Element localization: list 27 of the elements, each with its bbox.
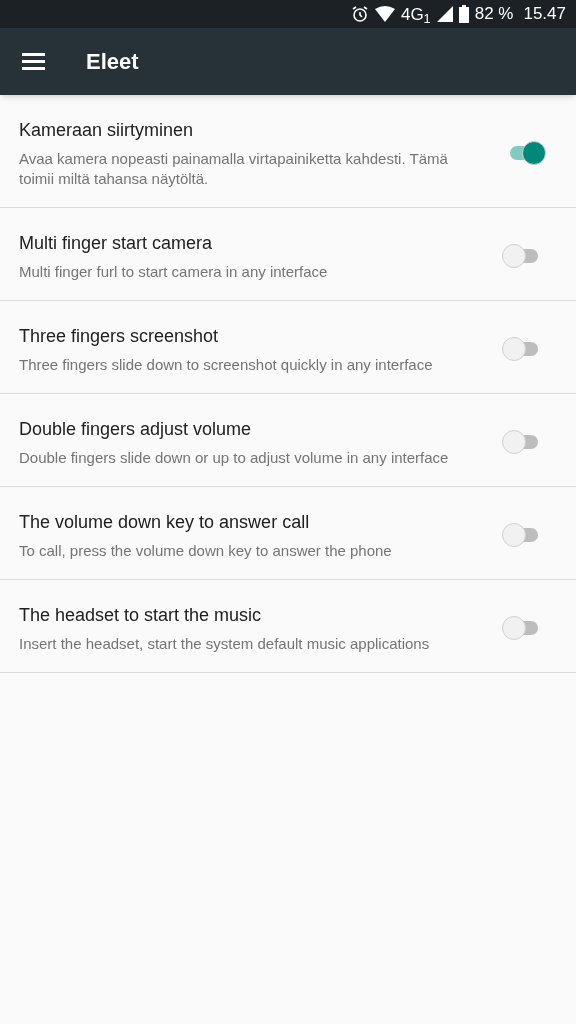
setting-row[interactable]: The headset to start the music Insert the headset, start the system default music applications [0,580,576,673]
setting-title: The headset to start the music [19,604,263,627]
setting-title: Three fingers screenshot [19,325,220,348]
setting-title: The volume down key to answer call [19,511,311,534]
setting-summary: To call, press the volume down key to answer the phone [19,541,393,561]
setting-title: Kameraan siirtyminen [19,119,195,142]
setting-summary: Insert the headset, start the system default music applications [19,634,431,654]
setting-summary: Avaa kamera nopeasti painamalla virtapainiketta kahdesti. Tämä toimii miltä tahansa näytöltä. [19,149,449,189]
setting-row[interactable]: Three fingers screenshot Three fingers slide down to screenshot quickly in any interface [0,301,576,394]
clock: 15.47 [523,3,566,26]
setting-summary: Double fingers slide down or up to adjust volume in any interface [19,448,450,468]
setting-summary: Multi finger furl to start camera in any interface [19,262,329,282]
setting-row[interactable]: Double fingers adjust volume Double fingers slide down or up to adjust volume in any interface [0,394,576,487]
setting-row[interactable]: Multi finger start camera Multi finger furl to start camera in any interface [0,208,576,301]
setting-title: Multi finger start camera [19,232,214,255]
battery-percent: 82 % [474,3,514,26]
wifi-icon [374,6,395,22]
battery-icon [458,5,469,23]
setting-row[interactable]: Kameraan siirtyminen Avaa kamera nopeasti painamalla virtapainiketta kahdesti. Tämä toimii miltä tahansa näytöltä. [0,95,576,208]
setting-summary: Three fingers slide down to screenshot quickly in any interface [19,355,434,375]
network-type: 4G$_{1}$ [400,5,431,23]
menu-button[interactable] [22,53,45,70]
setting-title: Double fingers adjust volume [19,418,253,441]
setting-row[interactable]: The volume down key to answer call To call, press the volume down key to answer the phone [0,487,576,580]
alarm-clock-icon [350,5,369,23]
signal-icon [436,6,453,22]
screen-title: Eleet [86,48,139,76]
